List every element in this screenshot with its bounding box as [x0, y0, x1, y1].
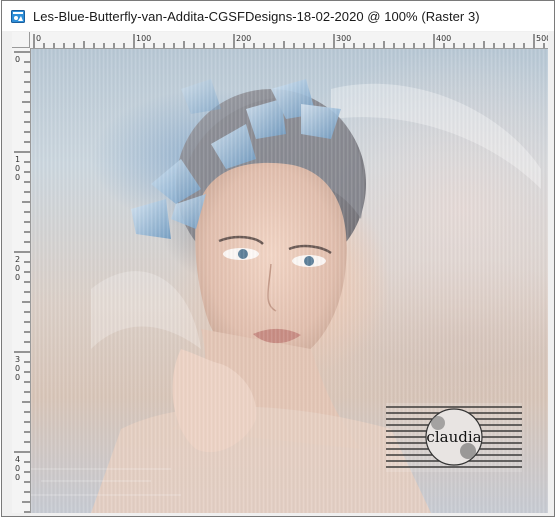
window-title: Les-Blue-Butterfly-van-Addita-CGSFDesign…	[33, 8, 480, 24]
vruler-label: 0	[15, 373, 20, 382]
hruler-label: 300	[336, 34, 351, 43]
vruler-label: 0	[15, 173, 20, 182]
vruler-label: 4	[15, 455, 20, 464]
hruler-label: 200	[236, 34, 251, 43]
vruler-label: 0	[15, 264, 20, 273]
vruler-label: 0	[15, 164, 20, 173]
image-document-icon	[11, 9, 25, 23]
vruler-label: 0	[15, 473, 20, 482]
vruler-label: 0	[15, 55, 20, 64]
hruler-label: 0	[36, 34, 41, 43]
vruler-label: 3	[15, 355, 20, 364]
image-canvas[interactable]: claudia	[31, 49, 548, 513]
vruler-label: 0	[15, 364, 20, 373]
title-bar[interactable]: Les-Blue-Butterfly-van-Addita-CGSFDesign…	[2, 1, 554, 31]
hruler-label: 400	[436, 34, 451, 43]
vertical-ruler[interactable]: 0100200300400	[12, 48, 31, 513]
vruler-label: 2	[15, 255, 20, 264]
watermark-logo: claudia	[386, 403, 522, 472]
horizontal-ruler[interactable]: 0 100 200 300 400 500	[30, 32, 548, 49]
hruler-label: 500	[536, 34, 548, 43]
watermark-text: claudia	[426, 428, 481, 446]
image-window[interactable]: Les-Blue-Butterfly-van-Addita-CGSFDesign…	[1, 0, 555, 517]
ruler-corner	[12, 32, 30, 48]
hruler-label: 100	[136, 34, 151, 43]
vruler-label: 1	[15, 155, 20, 164]
vruler-label: 0	[15, 464, 20, 473]
vruler-label: 0	[15, 273, 20, 282]
